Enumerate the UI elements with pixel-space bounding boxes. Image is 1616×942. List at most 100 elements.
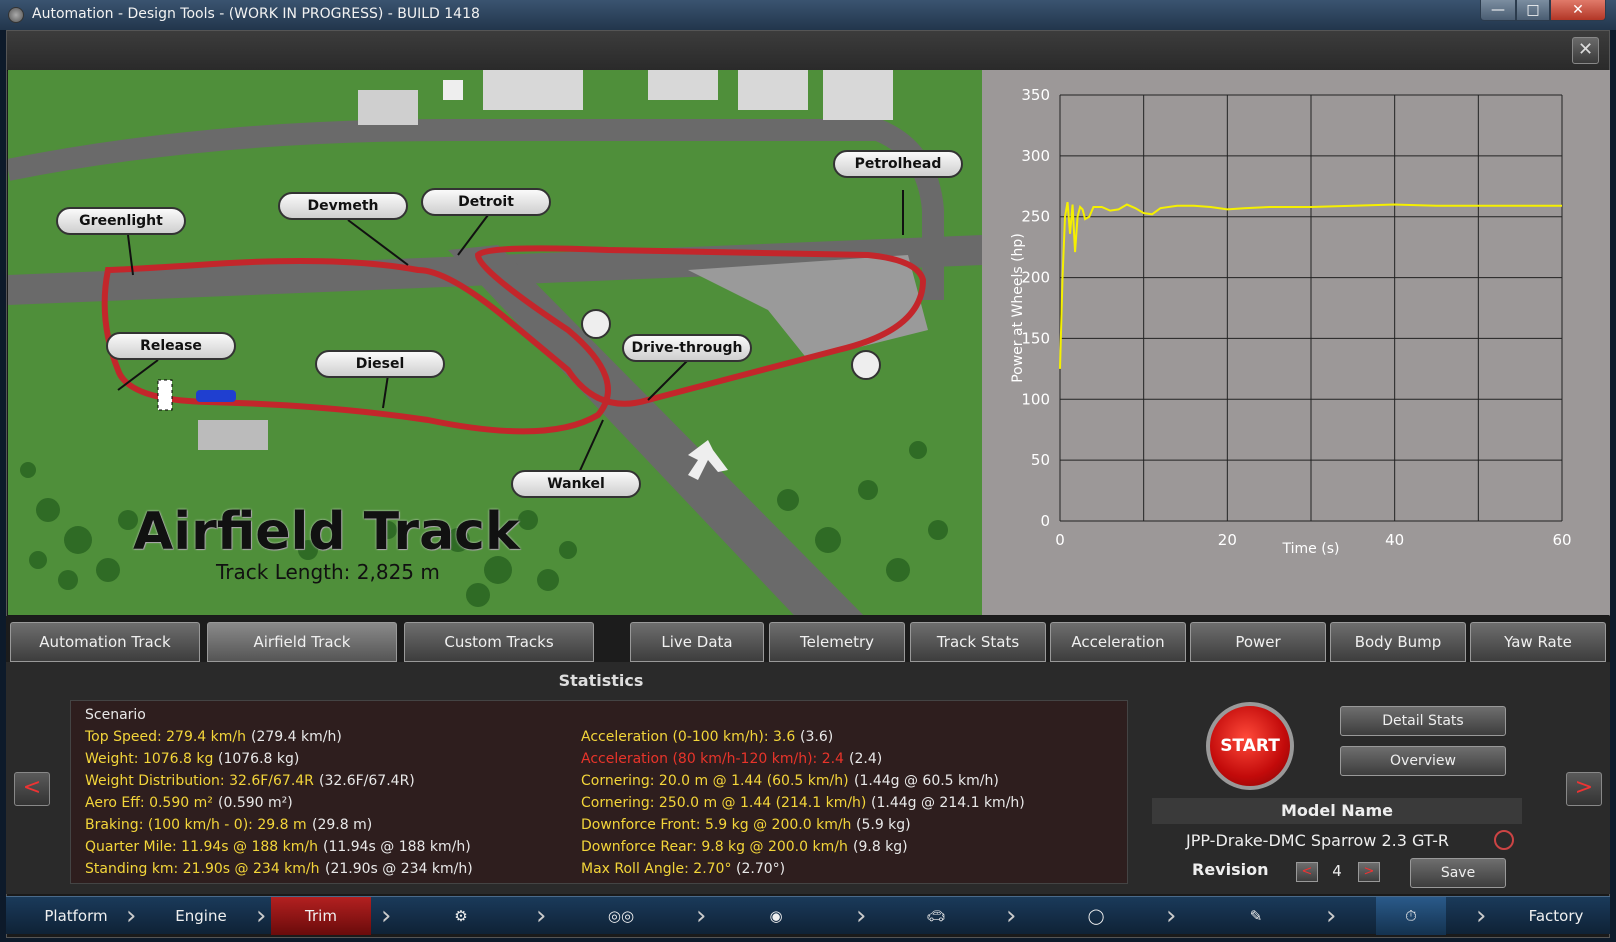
timer-icon (851, 350, 881, 380)
revision-label: Revision (1192, 860, 1269, 879)
power-chart: 0501001502002503003500 20 40 60Time (s)Powe… (1010, 86, 1572, 557)
stat-value: (9.8 kg) (853, 839, 908, 855)
next-arrow-button[interactable]: > (1566, 772, 1602, 806)
tab-yaw-rate[interactable]: Yaw Rate (1470, 622, 1606, 662)
car-marker (196, 390, 236, 402)
nav-platform[interactable]: Platform (26, 897, 126, 935)
track-map: Greenlight Devmeth Detroit Petrolhead Re… (8, 70, 982, 615)
stat-value: (11.94s @ 188 km/h) (323, 839, 471, 855)
stat-label: Downforce Front: 5.9 kg @ 200.0 km/h (581, 817, 852, 833)
stat-label: Braking: (100 km/h - 0): 29.8 m (85, 817, 307, 833)
maximize-button[interactable]: □ (1516, 0, 1550, 21)
start-button[interactable]: START (1206, 702, 1294, 790)
tab-airfield-track[interactable]: Airfield Track (207, 622, 397, 662)
tab-live-data[interactable]: Live Data (630, 622, 764, 662)
nav-factory[interactable]: Factory (1506, 897, 1606, 935)
chevron-right-icon: › (856, 901, 867, 931)
car-body-icon[interactable]: 🚗︎ (886, 897, 986, 935)
revision-value: 4 (1332, 862, 1342, 880)
stat-label: Weight Distribution: 32.6F/67.4R (85, 773, 314, 789)
chevron-right-icon: › (536, 901, 547, 931)
stat-value: (2.70°) (736, 861, 786, 877)
tab-row: Automation Track Airfield Track Custom T… (6, 616, 1610, 662)
model-name-label: Model Name (1152, 798, 1522, 824)
chevron-right-icon: › (1166, 901, 1177, 931)
x-tick-label: 0 (1055, 531, 1065, 549)
stat-label: Weight: 1076.8 kg (85, 751, 214, 767)
panel-close-button[interactable]: ✕ (1572, 37, 1599, 64)
bottom-nav: Platform › Engine › Trim › ⚙︎ › ◎◎ › ◉ ›… (6, 896, 1610, 935)
minimize-button[interactable]: — (1480, 0, 1516, 21)
chevron-right-icon: › (1476, 901, 1487, 931)
chevron-right-icon: › (696, 901, 707, 931)
y-tick-label: 100 (1021, 390, 1050, 408)
stat-value: (279.4 km/h) (251, 729, 342, 745)
chevron-right-icon: › (381, 901, 392, 931)
wheels-icon[interactable]: ◎◎ (591, 897, 651, 935)
stats-header: Statistics (558, 671, 644, 690)
stat-value: (32.6F/67.4R) (319, 773, 415, 789)
close-window-button[interactable]: ✕ (1550, 0, 1606, 21)
app-icon (8, 7, 24, 23)
label-release: Release (106, 332, 236, 360)
label-diesel: Diesel (315, 350, 445, 378)
stat-value: (1.44g @ 60.5 km/h) (854, 773, 999, 789)
interior-icon[interactable]: ◯ (1066, 897, 1126, 935)
label-drive-through: Drive-through (622, 334, 752, 362)
model-name-field[interactable]: JPP-Drake-DMC Sparrow 2.3 GT-R (1152, 828, 1522, 854)
stat-label: Aero Eff: 0.590 m² (85, 795, 213, 811)
label-detroit: Detroit (421, 188, 551, 216)
stat-value: (3.6) (800, 729, 834, 745)
suspension-icon[interactable]: ◉ (741, 897, 811, 935)
stat-label: Max Roll Angle: 2.70° (581, 861, 732, 877)
x-tick-label: 60 (1552, 531, 1571, 549)
stat-value: (29.8 m) (312, 817, 373, 833)
timer-icon (581, 309, 611, 339)
y-tick-label: 0 (1040, 512, 1050, 530)
detail-stats-button[interactable]: Detail Stats (1340, 706, 1506, 736)
tab-automation-track[interactable]: Automation Track (10, 622, 200, 662)
y-tick-label: 50 (1031, 451, 1050, 469)
tab-body-bump[interactable]: Body Bump (1330, 622, 1466, 662)
gearbox-icon[interactable]: ⚙︎ (431, 897, 491, 935)
chevron-right-icon: › (126, 901, 137, 931)
revision-next-button[interactable]: > (1358, 862, 1380, 882)
tab-acceleration[interactable]: Acceleration (1050, 622, 1186, 662)
x-tick-label: 20 (1218, 531, 1237, 549)
stats-panel: < Statistics Scenario Top Speed: 279.4 k… (6, 662, 1610, 894)
start-finish-flag (157, 379, 173, 411)
y-tick-label: 300 (1021, 147, 1050, 165)
revision-prev-button[interactable]: < (1296, 862, 1318, 882)
save-button[interactable]: Save (1410, 858, 1506, 888)
nav-engine[interactable]: Engine (151, 897, 251, 935)
track-length: Track Length: 2,825 m (216, 560, 440, 584)
tab-custom-tracks[interactable]: Custom Tracks (404, 622, 594, 662)
stat-label: Downforce Rear: 9.8 kg @ 200.0 km/h (581, 839, 848, 855)
chevron-right-icon: › (1326, 901, 1337, 931)
prev-arrow-button[interactable]: < (14, 772, 50, 806)
tab-telemetry[interactable]: Telemetry (769, 622, 905, 662)
tab-power[interactable]: Power (1190, 622, 1326, 662)
x-tick-label: 40 (1385, 531, 1404, 549)
title-bar: Automation - Design Tools - (WORK IN PRO… (0, 0, 1616, 30)
track-title: Airfield Track (133, 502, 520, 562)
stat-label: Cornering: 20.0 m @ 1.44 (60.5 km/h) (581, 773, 849, 789)
chevron-right-icon: › (256, 901, 267, 931)
y-axis-label: Power at Wheels (hp) (1010, 233, 1026, 383)
label-greenlight: Greenlight (56, 207, 186, 235)
label-petrolhead: Petrolhead (833, 150, 963, 178)
tab-track-stats[interactable]: Track Stats (910, 622, 1046, 662)
overview-button[interactable]: Overview (1340, 746, 1506, 776)
stat-label: Acceleration (0-100 km/h): 3.6 (581, 729, 796, 745)
paint-icon[interactable]: ✎ (1226, 897, 1286, 935)
scenario-label: Scenario (85, 707, 146, 723)
power-graph: 0 50 100 150 200 250 300 350 0 20 40 60 Time (s) Powe… (982, 70, 1610, 615)
label-devmeth: Devmeth (278, 192, 408, 220)
stat-label: Top Speed: 279.4 km/h (85, 729, 246, 745)
refresh-icon[interactable] (1494, 830, 1514, 850)
nav-trim[interactable]: Trim (271, 897, 371, 935)
testing-icon[interactable]: ⏱︎ (1376, 897, 1446, 935)
stat-value: (1076.8 kg) (218, 751, 300, 767)
label-wankel: Wankel (511, 470, 641, 498)
stat-label: Quarter Mile: 11.94s @ 188 km/h (85, 839, 318, 855)
